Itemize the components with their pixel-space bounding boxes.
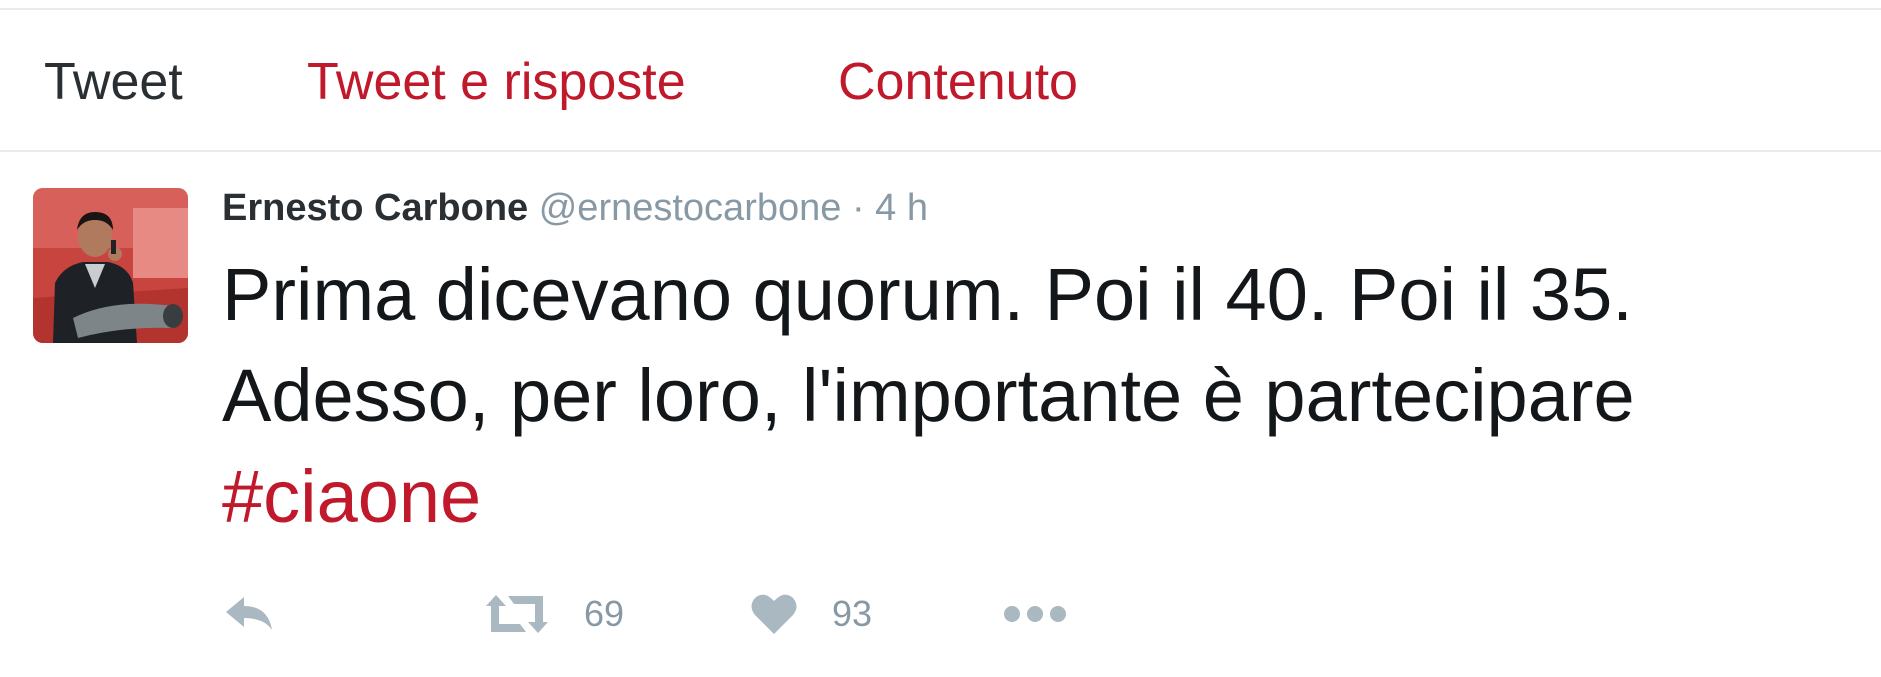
tweet-header: Ernesto Carbone @ernestocarbone · 4 h <box>222 187 928 230</box>
top-divider <box>0 0 1881 10</box>
separator-dot: · <box>851 187 865 229</box>
heart-icon <box>751 594 797 634</box>
avatar[interactable] <box>33 188 188 343</box>
retweet-icon <box>486 595 548 633</box>
retweet-count: 69 <box>584 593 625 634</box>
reply-icon <box>226 597 272 630</box>
profile-tabs: Tweet Tweet e risposte Contenuto <box>0 10 1881 152</box>
tweet-actions: 69 93 <box>222 584 1222 644</box>
tweet[interactable]: Ernesto Carbone @ernestocarbone · 4 h Pr… <box>0 152 1881 677</box>
hashtag-link[interactable]: #ciaone <box>222 455 481 538</box>
tab-tweet-e-risposte[interactable]: Tweet e risposte <box>307 56 686 108</box>
more-button[interactable] <box>1002 584 1068 644</box>
tweet-body: Prima dicevano quorum. Poi il 40. Poi il… <box>222 253 1635 437</box>
author-handle[interactable]: @ernestocarbone <box>539 187 842 229</box>
reply-button[interactable] <box>222 584 278 644</box>
retweet-button[interactable]: 69 <box>484 584 624 644</box>
author-name[interactable]: Ernesto Carbone <box>222 187 528 229</box>
more-icon <box>1004 606 1066 622</box>
tweet-text: Prima dicevano quorum. Poi il 40. Poi il… <box>222 244 1782 547</box>
tweet-timestamp[interactable]: 4 h <box>875 187 928 229</box>
like-button[interactable]: 93 <box>750 584 872 644</box>
tab-tweet[interactable]: Tweet <box>44 56 183 108</box>
tab-contenuto[interactable]: Contenuto <box>838 56 1078 108</box>
like-count: 93 <box>832 593 873 634</box>
